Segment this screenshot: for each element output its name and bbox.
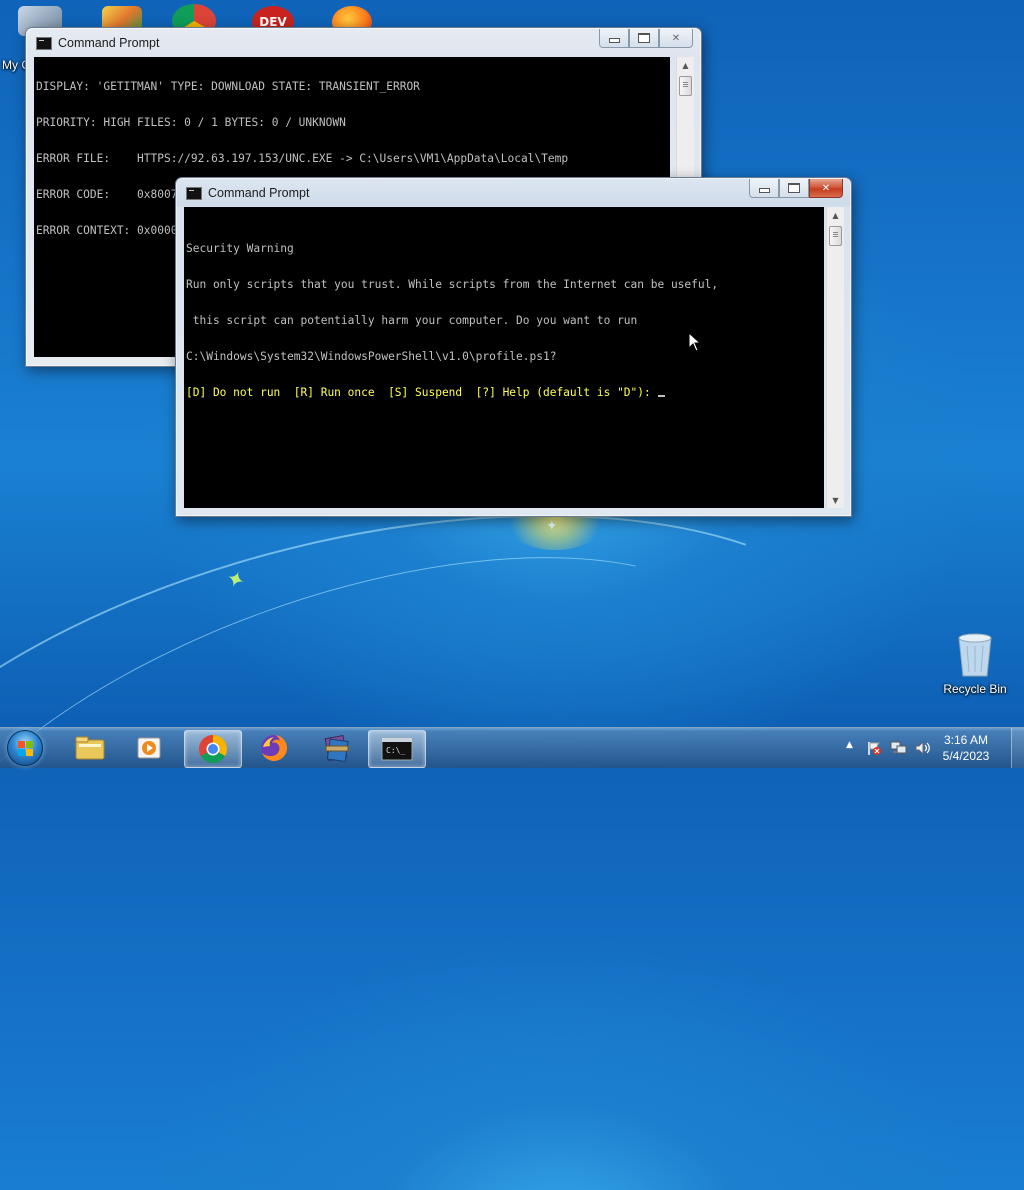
prompt-default-option: [D] Do not run [186,386,281,399]
show-desktop-button[interactable] [1011,728,1024,768]
text-cursor [658,395,666,397]
taskbar-winrar[interactable] [308,730,364,766]
volume-icon[interactable] [914,740,932,756]
clock-time: 3:16 AM [943,733,989,747]
console-line: PRIORITY: HIGH FILES: 0 / 1 BYTES: 0 / U… [36,116,346,129]
scrollbar-thumb[interactable] [829,226,842,246]
firefox-icon [261,735,287,761]
taskbar-firefox[interactable] [246,730,302,766]
scroll-up-arrow-icon[interactable]: ▲ [827,207,844,223]
close-button[interactable]: ✕ [809,179,843,198]
cmd-icon: C:\_ [381,737,413,761]
console-line: this script can potentially harm your co… [186,314,638,327]
security-warning-heading: Security Warning [186,242,294,255]
cmd-icon [36,36,52,50]
maximize-button[interactable] [629,29,659,48]
recycle-bin-icon [958,633,992,677]
svg-text:C:\_: C:\_ [386,746,405,755]
minimize-button[interactable] [599,29,629,48]
window-controls: ✕ [599,29,693,48]
scrollbar-thumb[interactable] [679,76,692,96]
command-prompt-window-front[interactable]: Command Prompt ✕ Security Warning Run on… [175,177,852,517]
taskbar-media-player[interactable] [122,730,178,766]
wallpaper-sparkle: ✦ [546,518,558,534]
console-output[interactable]: Security Warning Run only scripts that y… [184,207,824,508]
close-icon: ✕ [821,182,831,194]
chrome-icon [199,735,227,763]
maximize-button[interactable] [779,179,809,198]
clock-date: 5/4/2023 [942,749,990,763]
start-button[interactable] [5,729,45,767]
cmd-icon [186,186,202,200]
taskbar-command-prompt[interactable]: C:\_ [368,730,426,768]
media-player-icon [137,737,161,759]
window-title: Command Prompt [208,186,310,200]
minimize-icon [758,188,770,193]
winrar-icon [324,735,349,762]
vertical-scrollbar[interactable]: ▲ ▼ [826,207,844,508]
close-button[interactable]: ✕ [659,29,693,48]
windows-logo-icon [7,730,43,766]
scroll-up-arrow-icon[interactable]: ▲ [677,57,694,73]
console-line: ERROR FILE: HTTPS://92.63.197.153/UNC.EX… [36,152,569,165]
console-line: DISPLAY: 'GETITMAN' TYPE: DOWNLOAD STATE… [36,80,420,93]
window-titlebar[interactable]: Command Prompt ✕ [26,28,701,58]
maximize-icon [788,183,800,193]
taskbar-explorer[interactable] [62,730,118,766]
show-hidden-icons-icon[interactable]: ▲ [846,740,853,750]
recycle-bin-label: Recycle Bin [943,682,1007,696]
console-line: C:\Windows\System32\WindowsPowerShell\v1… [186,350,557,363]
close-icon: ✕ [671,32,681,44]
taskbar-chrome[interactable] [184,730,242,768]
window-controls: ✕ [749,179,843,198]
taskbar: C:\_ ▲ 3:16 AM 5/4/2023 [0,727,1024,768]
mouse-pointer-icon [688,332,702,352]
network-icon[interactable] [890,740,908,756]
window-titlebar[interactable]: Command Prompt ✕ [176,178,851,208]
recycle-bin-shortcut[interactable]: Recycle Bin [942,632,1008,696]
console-line: Run only scripts that you trust. While s… [186,278,719,291]
window-title: Command Prompt [58,36,160,50]
scroll-down-arrow-icon[interactable]: ▼ [827,492,844,508]
explorer-icon [75,736,105,760]
prompt-line[interactable]: [D] Do not run [R] Run once [S] Suspend … [186,387,824,399]
prompt-options: [R] Run once [S] Suspend [?] Help (defau… [280,386,658,399]
maximize-icon [638,33,650,43]
minimize-button[interactable] [749,179,779,198]
minimize-icon [608,38,620,43]
system-clock[interactable]: 3:16 AM 5/4/2023 [936,732,996,764]
action-center-flag-icon[interactable] [866,740,882,756]
